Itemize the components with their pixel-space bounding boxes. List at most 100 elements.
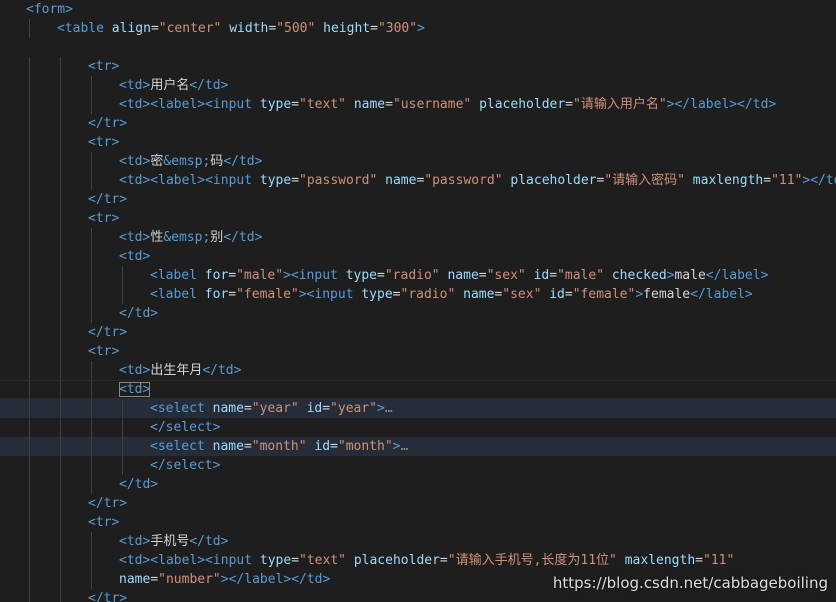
code-token: "radio" xyxy=(384,268,440,283)
code-token: = xyxy=(243,401,252,416)
code-line[interactable]: <td>手机号</td> xyxy=(0,532,836,551)
code-token: … xyxy=(384,401,393,416)
code-line[interactable]: <tr> xyxy=(0,133,836,152)
indent-guide xyxy=(91,247,92,266)
code-token: <form> xyxy=(26,2,73,17)
code-line[interactable]: <tr> xyxy=(0,209,836,228)
indent-guide xyxy=(91,418,92,437)
indent-guide xyxy=(29,133,30,152)
code-token: = xyxy=(322,401,331,416)
indent-guide xyxy=(60,361,61,380)
indent-guide xyxy=(29,532,30,551)
code-token: type xyxy=(259,97,292,112)
code-line[interactable]: </tr> xyxy=(0,323,836,342)
code-line[interactable] xyxy=(0,38,836,57)
code-line[interactable]: <tr> xyxy=(0,57,836,76)
indent-guide xyxy=(29,361,30,380)
code-token: maxlength xyxy=(624,553,696,568)
code-token: <table xyxy=(57,21,104,36)
code-line[interactable]: </select> xyxy=(0,418,836,437)
code-line[interactable]: <label for="female"><input type="radio" … xyxy=(0,285,836,304)
indent-guide xyxy=(91,95,92,114)
code-token: "请输入密码" xyxy=(604,173,685,188)
indent-guide xyxy=(60,57,61,76)
code-token: = xyxy=(228,268,237,283)
code-token: id xyxy=(549,287,565,302)
code-line[interactable]: <td>密&emsp;码</td> xyxy=(0,152,836,171)
code-token: 用户名 xyxy=(150,78,190,93)
code-lines[interactable]: <form> <table align="center" width="500" … xyxy=(0,0,836,602)
indent-guide xyxy=(60,95,61,114)
code-line[interactable]: <td>用户名</td> xyxy=(0,76,836,95)
code-line[interactable]: </tr> xyxy=(0,494,836,513)
indent-guide xyxy=(29,418,30,437)
code-line[interactable]: <td><label><input type="text" name="user… xyxy=(0,95,836,114)
code-token: <td><label><input xyxy=(119,553,253,568)
code-line[interactable]: <tr> xyxy=(0,513,836,532)
code-token: name xyxy=(463,287,495,302)
code-token: placeholder xyxy=(353,553,440,568)
code-token: "sex" xyxy=(486,268,526,283)
code-token: <td> xyxy=(119,230,151,245)
indent-guide xyxy=(91,76,92,95)
code-line[interactable]: <form> xyxy=(0,0,836,19)
code-line[interactable]: <select name="year" id="year">… xyxy=(0,399,836,418)
code-token: "11" xyxy=(703,553,735,568)
code-token: "请输入用户名" xyxy=(573,97,667,112)
code-line[interactable]: </tr> xyxy=(0,190,836,209)
code-token: male xyxy=(674,268,706,283)
indent-guide xyxy=(91,266,92,285)
code-token: = xyxy=(268,21,277,36)
indent-guide xyxy=(29,171,30,190)
code-line[interactable]: <td> xyxy=(0,247,836,266)
code-token: id xyxy=(306,401,323,416)
code-line[interactable]: </td> xyxy=(0,475,836,494)
code-line[interactable]: <td>出生年月</td> xyxy=(0,361,836,380)
indent-guide xyxy=(91,532,92,551)
indent-guide xyxy=(60,247,61,266)
code-token: = xyxy=(291,553,300,568)
code-token: = xyxy=(150,572,159,587)
code-token: "password" xyxy=(299,173,378,188)
code-line[interactable]: <td>性&emsp;别</td> xyxy=(0,228,836,247)
code-line[interactable]: <td> xyxy=(0,380,836,400)
indent-guide xyxy=(91,456,92,475)
code-line[interactable]: <td><label><input type="text" placeholde… xyxy=(0,551,836,570)
code-token: name xyxy=(447,268,479,283)
code-line[interactable]: <td><label><input type="password" name="… xyxy=(0,171,836,190)
code-line[interactable]: </tr> xyxy=(0,114,836,133)
code-line[interactable]: <select name="month" id="month">… xyxy=(0,437,836,456)
code-line[interactable]: <label for="male"><input type="radio" na… xyxy=(0,266,836,285)
code-token: <td> xyxy=(119,154,151,169)
code-token: <td> xyxy=(119,363,151,378)
code-token: for xyxy=(204,287,229,302)
code-token: = xyxy=(370,21,378,36)
code-line[interactable]: <tr> xyxy=(0,342,836,361)
indent-guide xyxy=(60,437,61,456)
code-line[interactable]: <table align="center" width="500" height… xyxy=(0,19,836,38)
code-token: <td><label><input xyxy=(119,173,253,188)
indent-guide xyxy=(60,114,61,133)
indent-guide xyxy=(122,418,123,437)
code-token: name xyxy=(385,173,417,188)
code-line[interactable]: </select> xyxy=(0,456,836,475)
code-token: "text" xyxy=(299,553,346,568)
code-editor[interactable]: <form> <table align="center" width="500" … xyxy=(0,0,836,602)
code-token: </tr> xyxy=(88,591,128,602)
code-token: </td> xyxy=(202,363,242,378)
indent-guide xyxy=(60,494,61,513)
code-token: = xyxy=(228,287,237,302)
indent-guide xyxy=(91,551,92,570)
code-line[interactable]: </td> xyxy=(0,304,836,323)
code-token: type xyxy=(259,173,292,188)
code-token: = xyxy=(392,287,401,302)
code-token: <label xyxy=(150,287,197,302)
